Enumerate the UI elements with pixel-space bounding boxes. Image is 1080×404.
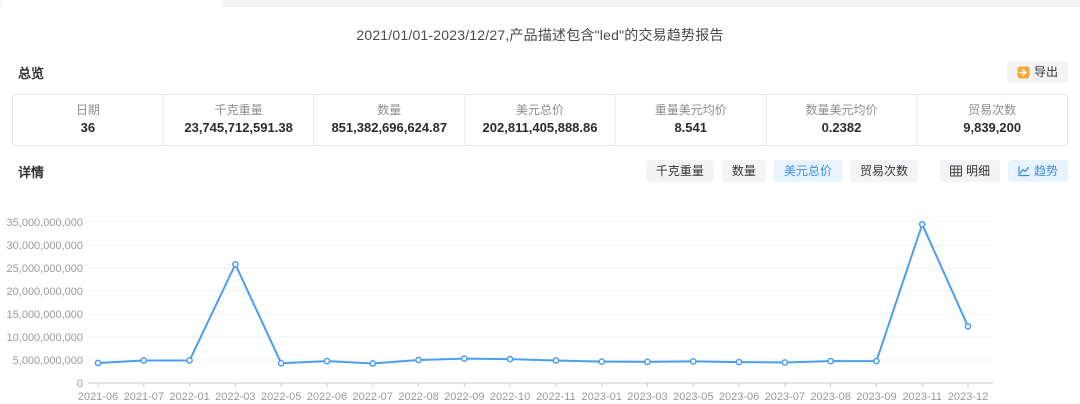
summary-header: 重量美元均价 xyxy=(654,103,727,117)
data-point[interactable] xyxy=(232,260,239,268)
summary-value: 36 xyxy=(80,120,96,135)
summary-cell-usd-per-quantity: 数量美元均价 0.2382 xyxy=(767,95,918,145)
summary-value: 851,382,696,624.87 xyxy=(331,120,448,135)
details-button-group: 千克重量 数量 美元总价 贸易次数 明细 趋势 xyxy=(638,160,1068,182)
metric-button-label: 数量 xyxy=(731,164,756,178)
summary-header: 美元总价 xyxy=(516,103,565,117)
details-section-header: 详情 千克重量 数量 美元总价 贸易次数 明细 趋势 xyxy=(12,159,1068,183)
metric-button-quantity[interactable]: 数量 xyxy=(721,160,766,182)
x-axis-tick-label: 2022-10 xyxy=(490,391,530,403)
x-axis-tick-label: 2021-07 xyxy=(124,391,164,403)
x-axis-tick-label: 2022-06 xyxy=(307,391,347,403)
data-point[interactable] xyxy=(644,358,651,366)
summary-cell-trade-count: 贸易次数 9,839,200 xyxy=(917,95,1067,145)
y-axis-tick-label: 25,000,000,000 xyxy=(7,263,83,275)
x-axis-tick-label: 2022-08 xyxy=(398,391,438,403)
data-point[interactable] xyxy=(689,358,697,365)
overview-section-label: 总览 xyxy=(18,65,45,81)
data-point[interactable] xyxy=(369,360,377,367)
metric-button-label: 千克重量 xyxy=(655,164,704,178)
x-axis-tick-label: 2022-09 xyxy=(444,391,484,403)
x-axis-tick-label: 2023-01 xyxy=(582,391,622,403)
y-axis-tick-label: 5,000,000,000 xyxy=(13,355,83,367)
summary-header: 数量美元均价 xyxy=(805,103,878,117)
y-axis-tick-label: 20,000,000,000 xyxy=(7,286,83,298)
y-axis-tick-label: 30,000,000,000 xyxy=(7,240,83,252)
data-point[interactable] xyxy=(918,220,926,228)
y-axis-tick-label: 15,000,000,000 xyxy=(7,309,83,321)
summary-header: 千克重量 xyxy=(214,103,263,117)
data-point[interactable] xyxy=(552,357,560,364)
x-axis-tick-label: 2023-11 xyxy=(902,391,942,403)
export-arrow-icon xyxy=(1017,66,1030,79)
x-axis-tick-label: 2023-03 xyxy=(627,391,667,403)
data-point[interactable] xyxy=(140,357,148,364)
x-axis-tick-label: 2023-06 xyxy=(719,391,759,403)
x-axis-tick-label: 2021-06 xyxy=(78,391,118,403)
data-point[interactable] xyxy=(873,357,880,365)
summary-value: 0.2382 xyxy=(821,120,862,135)
report-title: 2021/01/01-2023/12/27,产品描述包含"led"的交易趋势报告 xyxy=(356,27,724,43)
summary-cell-usd-per-weight: 重量美元均价 8.541 xyxy=(616,95,767,145)
overview-summary-table: 日期 36 千克重量 23,745,712,591.38 数量 851,382,… xyxy=(12,94,1068,146)
data-point[interactable] xyxy=(964,323,972,330)
data-point[interactable] xyxy=(277,359,285,367)
top-tab-strip xyxy=(0,0,1080,7)
summary-value: 202,811,405,888.86 xyxy=(482,120,598,135)
trend-line-chart[interactable]: 0 5,000,000,000 10,000,000,000 15,000,000,0… xyxy=(0,207,1080,404)
export-button[interactable]: 导出 xyxy=(1006,61,1068,83)
overview-section-header: 总览 导出 xyxy=(12,60,1068,84)
x-axis-tick-label: 2023-08 xyxy=(810,391,850,403)
summary-cell-usd-total: 美元总价 202,811,405,888.86 xyxy=(465,95,616,145)
x-axis-tick-label: 2022-07 xyxy=(353,391,393,403)
data-point[interactable] xyxy=(94,359,102,367)
data-point[interactable] xyxy=(415,356,422,364)
view-button-label: 趋势 xyxy=(1033,164,1058,178)
metric-button-label: 美元总价 xyxy=(783,164,832,178)
summary-value: 23,745,712,591.38 xyxy=(184,120,293,135)
x-axis-tick-label: 2023-09 xyxy=(856,391,896,403)
data-point[interactable] xyxy=(598,358,606,365)
line-chart-icon xyxy=(1018,165,1030,177)
y-axis-tick-label: 10,000,000,000 xyxy=(7,332,83,344)
x-axis-tick-label: 2022-03 xyxy=(215,391,255,403)
x-axis-tick-label: 2023-12 xyxy=(948,391,988,403)
data-point[interactable] xyxy=(781,359,789,366)
summary-value: 9,839,200 xyxy=(963,120,1022,135)
summary-value: 8.541 xyxy=(674,120,707,135)
summary-cell-date: 日期 36 xyxy=(13,95,164,145)
metric-button-usd-total[interactable]: 美元总价 xyxy=(773,160,842,182)
data-point[interactable] xyxy=(506,355,514,363)
data-point[interactable] xyxy=(186,357,193,364)
metric-button-kg-weight[interactable]: 千克重量 xyxy=(645,160,714,182)
x-axis-tick-label: 2022-11 xyxy=(536,391,576,403)
details-section-label: 详情 xyxy=(18,164,45,180)
view-button-label: 明细 xyxy=(965,164,990,178)
view-button-trend-chart[interactable]: 趋势 xyxy=(1007,160,1068,182)
x-axis-tick-label: 2022-05 xyxy=(261,391,301,403)
active-tab-segment[interactable] xyxy=(2,0,222,7)
view-button-detail-table[interactable]: 明细 xyxy=(939,160,1000,182)
data-point[interactable] xyxy=(323,357,331,365)
summary-header: 贸易次数 xyxy=(968,103,1017,117)
y-axis-tick-label: 35,000,000,000 xyxy=(7,217,83,229)
y-axis-tick-label: 0 xyxy=(77,378,83,390)
summary-cell-kg-weight: 千克重量 23,745,712,591.38 xyxy=(164,95,315,145)
x-axis-tick-label: 2023-05 xyxy=(673,391,713,403)
metric-button-label: 贸易次数 xyxy=(859,164,908,178)
trend-chart-area: 0 5,000,000,000 10,000,000,000 15,000,000,0… xyxy=(0,207,1080,404)
data-point[interactable] xyxy=(460,355,468,362)
summary-header: 日期 xyxy=(75,103,100,117)
metric-button-trade-count[interactable]: 贸易次数 xyxy=(849,160,918,182)
x-axis-tick-label: 2023-07 xyxy=(765,391,805,403)
data-point[interactable] xyxy=(735,358,743,366)
export-button-label: 导出 xyxy=(1033,65,1058,79)
summary-header: 数量 xyxy=(377,103,402,117)
table-grid-icon xyxy=(949,165,962,177)
summary-cell-quantity: 数量 851,382,696,624.87 xyxy=(314,95,466,145)
x-axis-tick-label: 2022-01 xyxy=(169,391,209,403)
data-point[interactable] xyxy=(827,357,834,365)
